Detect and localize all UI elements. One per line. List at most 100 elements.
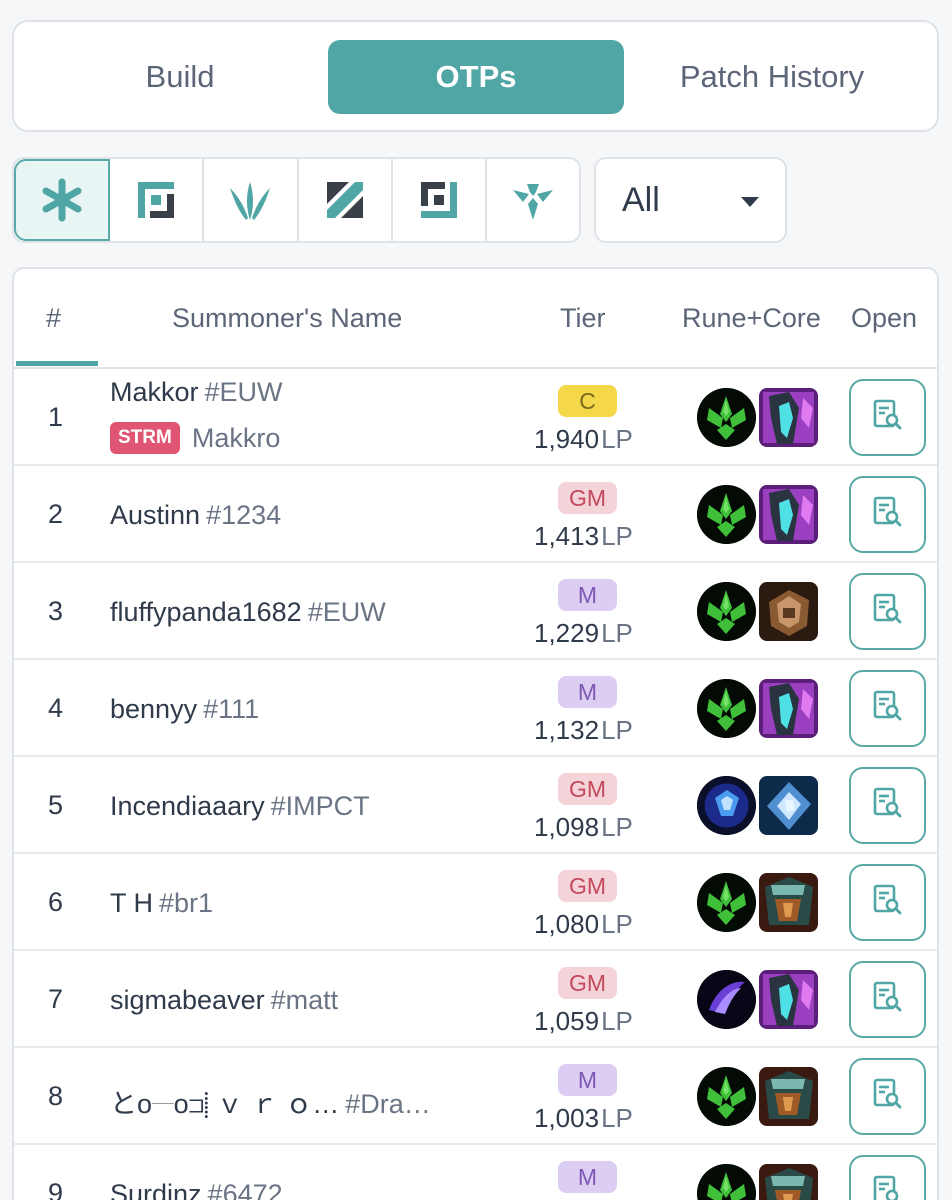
summoner-game-name: とo𝄖o⊐⸽ ｖ ｒ ｏ… (110, 1089, 340, 1119)
summoner-name[interactable]: sigmabeaver #matt (110, 985, 338, 1016)
document-search-icon (873, 496, 903, 533)
summoner-name[interactable]: とo𝄖o⊐⸽ ｖ ｒ ｏ… #Dra… (110, 1082, 431, 1121)
table-row: 9 Surdinz #6472 M (14, 1145, 937, 1200)
tier-badge: GM (558, 482, 617, 514)
role-top[interactable] (110, 159, 205, 241)
summoner-name[interactable]: Makkor #EUW (110, 377, 283, 408)
view-tabs: Build OTPs Patch History (12, 20, 939, 132)
keystone-rune-icon (697, 388, 756, 447)
core-item-icon (759, 582, 818, 641)
region-select[interactable]: All (594, 157, 787, 243)
core-item-icon (759, 1164, 818, 1200)
lp-unit: LP (601, 812, 633, 842)
summoner-name[interactable]: Austinn #1234 (110, 500, 281, 531)
summoner-game-name: Incendiaaary (110, 791, 265, 821)
keystone-rune-icon (697, 1164, 756, 1200)
table-row: 5 Incendiaaary #IMPCT GM 1,098LP (14, 757, 937, 854)
keystone-rune-icon (697, 776, 756, 835)
chevron-down-icon (741, 197, 759, 207)
jungle-icon (230, 182, 271, 220)
lp-unit: LP (601, 521, 633, 551)
document-search-icon (873, 981, 903, 1018)
core-item-icon (759, 873, 818, 932)
core-item-icon (759, 776, 818, 835)
tab-build[interactable]: Build (32, 40, 328, 114)
summoner-tag: #6472 (207, 1179, 283, 1200)
tier-badge: GM (558, 967, 617, 999)
summoner-game-name: bennyy (110, 694, 198, 724)
stream-info[interactable]: STRM Makkro (110, 422, 280, 454)
document-search-icon (873, 690, 903, 727)
summoner-game-name: T H (110, 888, 154, 918)
stream-name: Makkro (191, 422, 281, 453)
core-item-icon (759, 1067, 818, 1126)
keystone-rune-icon (697, 485, 756, 544)
summoner-name[interactable]: Incendiaaary #IMPCT (110, 791, 370, 822)
summoner-tag: #EUW (204, 377, 283, 407)
summoner-game-name: fluffypanda1682 (110, 597, 302, 627)
role-support[interactable] (487, 159, 579, 241)
top-lane-icon (138, 182, 175, 218)
tier-badge: M (558, 676, 617, 708)
header-open: Open (851, 303, 918, 333)
summoner-name[interactable]: Surdinz #6472 (110, 1179, 283, 1200)
role-jungle[interactable] (204, 159, 299, 241)
lp-number: 1,413 (534, 521, 600, 551)
open-profile-button[interactable] (849, 476, 926, 553)
row-rank: 3 (48, 596, 64, 626)
open-profile-button[interactable] (849, 1058, 926, 1135)
open-profile-button[interactable] (849, 670, 926, 747)
tier-badge: M (558, 1064, 617, 1096)
document-search-icon (873, 399, 903, 436)
open-profile-button[interactable] (849, 864, 926, 941)
tier-badge: M (558, 1161, 617, 1193)
summoner-tag: #IMPCT (270, 791, 370, 821)
header-rank[interactable]: # (46, 303, 61, 334)
table-row: 1 Makkor #EUW STRM Makkro C 1,940LP (14, 369, 937, 466)
open-profile-button[interactable] (849, 379, 926, 456)
summoner-tag: #Dra… (345, 1089, 431, 1119)
tier-badge: M (558, 579, 617, 611)
summoner-name[interactable]: fluffypanda1682 #EUW (110, 597, 386, 628)
open-profile-button[interactable] (849, 1155, 926, 1200)
role-all[interactable] (14, 159, 111, 241)
lp-value: 1,229LP (534, 618, 633, 649)
lp-value: 1,003LP (534, 1103, 633, 1134)
tier-badge: C (558, 385, 617, 417)
table-row: 3 fluffypanda1682 #EUW M 1,229LP (14, 563, 937, 660)
table-header: # Summoner's Name Tier Rune+Core Open (14, 269, 937, 369)
table-row: 7 sigmabeaver #matt GM 1,059LP (14, 951, 937, 1048)
role-mid[interactable] (299, 159, 393, 241)
summoner-game-name: sigmabeaver (110, 985, 265, 1015)
lp-number: 1,059 (534, 1006, 600, 1036)
lp-number: 1,132 (534, 715, 600, 745)
summoner-tag: #matt (270, 985, 339, 1015)
lp-value: 1,413LP (534, 521, 633, 552)
keystone-rune-icon (697, 582, 756, 641)
open-profile-button[interactable] (849, 767, 926, 844)
role-bot[interactable] (393, 159, 487, 241)
support-icon (512, 184, 553, 220)
lp-value: 1,132LP (534, 715, 633, 746)
document-search-icon (873, 1175, 903, 1200)
tab-otps[interactable]: OTPs (328, 40, 624, 114)
open-profile-button[interactable] (849, 961, 926, 1038)
stream-badge: STRM (110, 422, 180, 454)
keystone-rune-icon (697, 1067, 756, 1126)
tab-patch-history[interactable]: Patch History (624, 40, 920, 114)
row-rank: 6 (48, 887, 64, 917)
table-row: 4 bennyy #111 M 1,132LP (14, 660, 937, 757)
summoner-game-name: Makkor (110, 377, 199, 407)
row-rank: 1 (48, 402, 64, 432)
keystone-rune-icon (697, 679, 756, 738)
summoner-name[interactable]: T H #br1 (110, 888, 213, 919)
summoner-tag: #111 (203, 694, 260, 724)
summoner-name[interactable]: bennyy #111 (110, 694, 259, 725)
lp-unit: LP (601, 909, 633, 939)
lp-unit: LP (601, 424, 633, 454)
table-row: 8 とo𝄖o⊐⸽ ｖ ｒ ｏ… #Dra… M 1,003LP (14, 1048, 937, 1145)
tier-badge: GM (558, 773, 617, 805)
lp-number: 1,940 (534, 424, 600, 454)
open-profile-button[interactable] (849, 573, 926, 650)
header-rune-core: Rune+Core (682, 303, 821, 333)
